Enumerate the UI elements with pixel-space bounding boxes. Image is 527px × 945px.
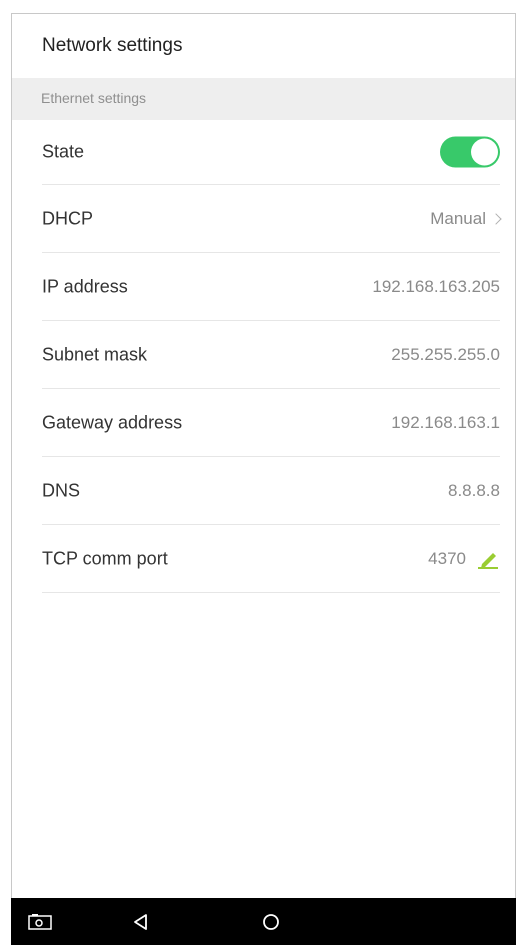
state-toggle[interactable] — [440, 136, 500, 168]
page-title: Network settings — [42, 35, 183, 56]
subnet-mask-row[interactable]: Subnet mask 255.255.255.0 — [42, 321, 500, 389]
gateway-address-row[interactable]: Gateway address 192.168.163.1 — [42, 389, 500, 457]
ip-address-label: IP address — [42, 276, 128, 296]
settings-screen: Network settings Ethernet settings State… — [11, 13, 516, 945]
edit-pencil-icon[interactable] — [476, 549, 500, 569]
tcp-port-value: 4370 — [428, 548, 466, 568]
tcp-port-row: TCP comm port 4370 — [42, 525, 500, 593]
section-header: Ethernet settings — [12, 78, 515, 120]
gateway-address-value: 192.168.163.1 — [391, 412, 500, 432]
dhcp-label: DHCP — [42, 208, 94, 228]
tcp-port-value-group: 4370 — [428, 549, 500, 569]
system-nav-bar — [11, 898, 516, 945]
ip-address-value: 192.168.163.205 — [372, 276, 500, 296]
state-row[interactable]: State — [42, 120, 500, 185]
state-label: State — [42, 141, 85, 162]
title-bar: Network settings — [12, 14, 515, 78]
settings-list: State DHCP Manual IP address 192.168.163… — [12, 120, 515, 593]
dhcp-row[interactable]: DHCP Manual — [42, 185, 502, 253]
subnet-mask-label: Subnet mask — [42, 344, 148, 364]
screenshot-icon[interactable] — [25, 898, 55, 945]
dhcp-value-group: Manual — [430, 208, 502, 229]
dns-row[interactable]: DNS 8.8.8.8 — [42, 457, 500, 525]
back-triangle-icon[interactable] — [126, 898, 156, 945]
dns-value: 8.8.8.8 — [448, 480, 500, 500]
ip-address-row[interactable]: IP address 192.168.163.205 — [42, 253, 500, 321]
tcp-port-label: TCP comm port — [42, 548, 168, 568]
section-header-label: Ethernet settings — [41, 90, 147, 106]
dhcp-value: Manual — [430, 208, 486, 228]
subnet-mask-value: 255.255.255.0 — [391, 344, 500, 364]
toggle-knob — [471, 138, 498, 166]
gateway-address-label: Gateway address — [42, 412, 183, 432]
home-circle-icon[interactable] — [256, 898, 286, 945]
dns-label: DNS — [42, 480, 81, 500]
chevron-right-icon — [490, 212, 502, 225]
